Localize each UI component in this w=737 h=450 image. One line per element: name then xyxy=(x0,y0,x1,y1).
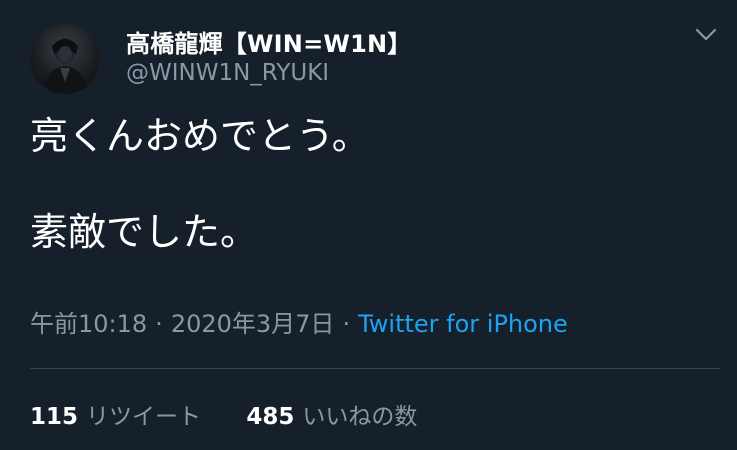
tweet-date[interactable]: 2020年3月7日 xyxy=(171,310,335,338)
tweet-stats: 115 リツイート 485 いいねの数 xyxy=(30,397,417,431)
tweet-text: 亮くんおめでとう。 素敵でした。 xyxy=(30,112,720,256)
meta-separator: · xyxy=(155,310,163,338)
tweet-time[interactable]: 午前10:18 xyxy=(30,310,147,338)
tweet-meta: 午前10:18 · 2020年3月7日 · Twitter for iPhone xyxy=(30,304,568,339)
tweet-text-line: 素敵でした。 xyxy=(30,210,259,254)
like-count: 485 xyxy=(246,404,295,430)
tweet-text-line: 亮くんおめでとう。 xyxy=(30,114,370,158)
retweet-count: 115 xyxy=(30,404,79,430)
display-name[interactable]: 高橋龍輝【WIN=W1N】 xyxy=(126,24,411,59)
avatar[interactable] xyxy=(30,24,100,94)
user-handle[interactable]: @WINW1N_RYUKI xyxy=(126,60,329,86)
like-stat[interactable]: 485 いいねの数 xyxy=(246,397,417,431)
retweet-stat[interactable]: 115 リツイート xyxy=(30,397,201,431)
like-label: いいねの数 xyxy=(302,404,418,430)
avatar-image xyxy=(42,38,88,94)
chevron-down-icon[interactable] xyxy=(692,22,720,46)
retweet-label: リツイート xyxy=(86,404,202,430)
meta-separator: · xyxy=(342,310,351,338)
divider xyxy=(30,368,720,369)
tweet-source-link[interactable]: Twitter for iPhone xyxy=(358,310,568,338)
